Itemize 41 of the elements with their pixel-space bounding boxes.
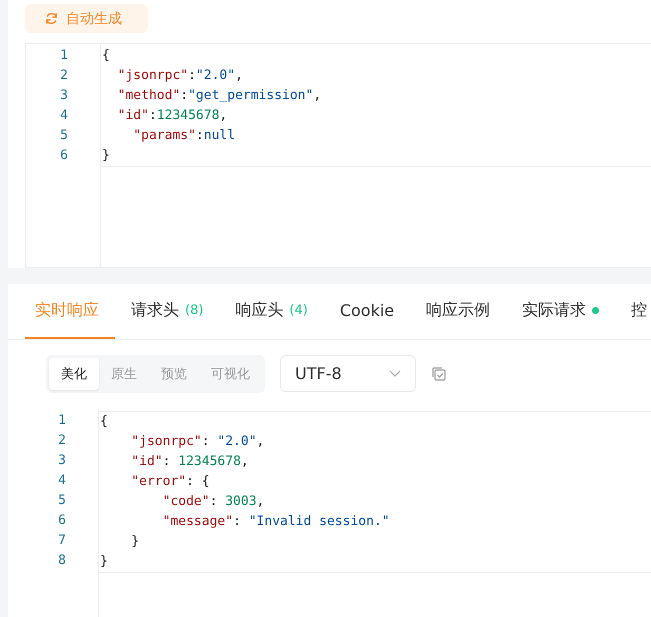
chevron-down-icon	[389, 370, 401, 377]
line-number: 6	[59, 147, 69, 165]
tab[interactable]: 控	[621, 284, 651, 339]
code-line: "jsonrpc": "2.0",	[130, 433, 266, 451]
code-line: }	[130, 533, 140, 551]
line-number: 8	[57, 552, 67, 570]
line-number: 1	[59, 47, 69, 65]
view-mode-option[interactable]: 美化	[49, 358, 99, 390]
line-number: 7	[57, 532, 67, 550]
refresh-icon	[45, 12, 58, 25]
code-line: "error": {	[130, 473, 211, 491]
code-line: }	[101, 146, 651, 167]
code-line: "params":null	[132, 127, 236, 145]
line-number: 2	[57, 432, 67, 450]
line-number: 5	[57, 492, 67, 510]
line-number: 6	[57, 512, 67, 530]
line-number: 3	[59, 87, 69, 105]
code-line: {	[99, 411, 651, 432]
code-line: "code": 3003,	[162, 493, 266, 511]
code-line: "message": "Invalid session."	[162, 513, 391, 531]
code-line: "id": 12345678,	[130, 453, 250, 471]
code-line: "jsonrpc":"2.0",	[116, 67, 244, 85]
line-number: 2	[59, 67, 69, 85]
tab[interactable]: 响应示例	[416, 284, 506, 339]
code-line: "method":"get_permission",	[116, 87, 322, 105]
tab[interactable]: Cookie	[330, 284, 410, 339]
line-number: 5	[59, 127, 69, 145]
line-number: 4	[59, 107, 69, 125]
copy-icon[interactable]	[431, 366, 447, 382]
code-line: }	[99, 552, 651, 573]
line-number: 4	[57, 472, 67, 490]
tab[interactable]: 响应头 (4)	[225, 284, 324, 339]
count-label: (8)	[185, 303, 204, 318]
tab[interactable]: 实际请求	[512, 284, 616, 339]
code-line: {	[101, 47, 111, 65]
line-number: 3	[57, 452, 67, 470]
tab[interactable]: 请求头 (8)	[121, 284, 220, 339]
encoding-select[interactable]: UTF-8	[280, 355, 416, 392]
count-label: (4)	[289, 303, 308, 318]
line-number: 1	[57, 412, 67, 430]
code-line: "id":12345678,	[116, 107, 228, 125]
